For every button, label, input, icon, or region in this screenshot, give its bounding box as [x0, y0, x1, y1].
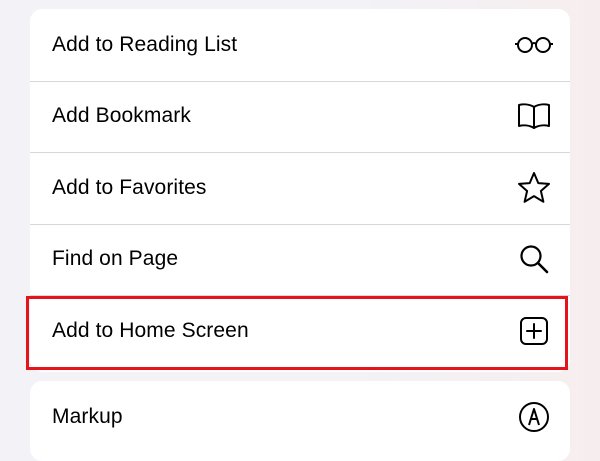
- row-label: Add to Favorites: [52, 175, 207, 199]
- markup-actions-group: Markup: [30, 381, 570, 461]
- markup-button[interactable]: Markup: [30, 381, 570, 453]
- add-bookmark-button[interactable]: Add Bookmark: [30, 80, 570, 153]
- magnifying-glass-icon: [514, 239, 554, 279]
- row-label: Markup: [52, 405, 123, 428]
- row-label: Add to Reading List: [52, 32, 238, 56]
- reading-glasses-icon: [514, 25, 554, 65]
- row-label: Add Bookmark: [52, 104, 191, 128]
- row-label: Add to Home Screen: [52, 318, 249, 342]
- add-to-home-screen-button[interactable]: Add to Home Screen: [30, 295, 570, 367]
- find-on-page-button[interactable]: Find on Page: [30, 223, 570, 296]
- plus-square-icon: [514, 311, 554, 351]
- row-label: Find on Page: [52, 247, 179, 271]
- add-to-reading-list-button[interactable]: Add to Reading List: [30, 9, 570, 81]
- add-to-favorites-button[interactable]: Add to Favorites: [30, 152, 570, 224]
- star-icon: [514, 168, 554, 208]
- share-actions-group: Add to Reading List Add Bookmark Add to …: [30, 9, 570, 372]
- markup-pen-icon: [514, 397, 554, 437]
- open-book-icon: [514, 96, 554, 136]
